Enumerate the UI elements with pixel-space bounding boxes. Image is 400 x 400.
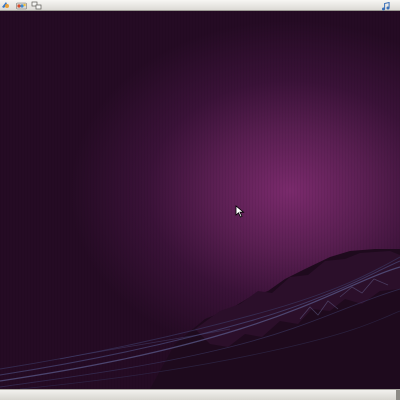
top-panel [0,0,400,11]
mountain-artwork [0,249,400,389]
sound-tray-item[interactable] [381,0,390,15]
browser-launcher[interactable] [0,1,12,11]
music-note-icon [382,1,390,11]
network-launcher[interactable] [30,1,42,11]
launcher-group [0,0,45,11]
palette-icon [15,2,27,10]
system-tray [381,0,390,11]
workspace-switcher[interactable] [396,390,400,400]
network-icon [31,1,41,10]
desktop-background[interactable] [0,11,400,389]
bottom-panel [0,389,400,400]
browser-icon [2,2,9,8]
mouse-pointer-icon [235,205,245,218]
palette-launcher[interactable] [15,1,27,11]
screen [0,0,400,400]
